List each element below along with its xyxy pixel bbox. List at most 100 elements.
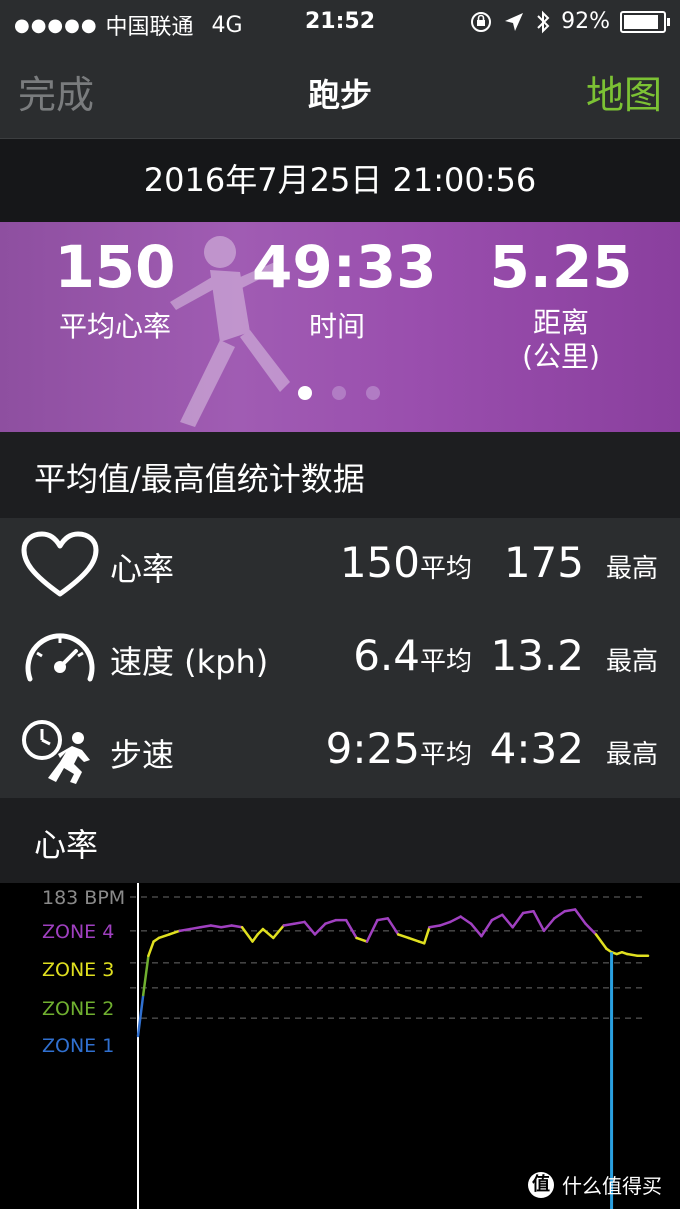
heart-rate-segment: [272, 924, 285, 940]
stat-max-value: 13.2: [490, 631, 584, 680]
heart-rate-segment: [282, 922, 296, 927]
heart-rate-segment: [511, 911, 525, 929]
heart-icon: [21, 531, 99, 597]
stat-name: 速度 (kph): [110, 643, 269, 681]
heart-rate-segment: [521, 910, 535, 915]
heart-chart-section-title: 心率: [34, 826, 99, 864]
heart-rate-segment: [313, 922, 327, 936]
heart-rate-segment: [625, 952, 639, 958]
avg-heart-rate-label: 平均心率: [58, 310, 171, 343]
stat-max-tag: 最高: [606, 554, 659, 584]
avg-heart-rate-metric: 150 平均心率: [40, 236, 190, 344]
heart-rate-segment: [490, 913, 504, 922]
heart-rate-segment: [188, 926, 202, 931]
heart-rate-segment: [542, 917, 556, 933]
heart-rate-segment: [459, 915, 473, 925]
map-button[interactable]: 地图: [586, 64, 662, 119]
heart-rate-segment: [428, 924, 442, 929]
location-arrow-icon: [505, 12, 524, 31]
heart-rate-segment: [220, 924, 233, 929]
heart-rate-segment: [167, 929, 181, 936]
heart-rate-segment: [324, 918, 338, 925]
heart-rate-segment: [386, 917, 400, 936]
heart-rate-segment: [469, 922, 483, 938]
stat-avg-tag: 平均: [420, 740, 473, 770]
heart-rate-segment: [303, 920, 317, 936]
stat-avg-value: 9:25: [325, 724, 420, 773]
stats-list: 心率 150 平均 175 最高 速度 (kph) 6.4 平均 13.2 最高…: [0, 518, 680, 798]
heart-rate-segment: [178, 927, 192, 933]
stat-avg-tag: 平均: [420, 647, 473, 677]
heart-rate-segment: [594, 933, 608, 950]
orientation-lock-icon: [471, 11, 492, 32]
distance-label: 距离: [532, 306, 589, 339]
distance-unit: (公里): [522, 340, 600, 373]
heart-rate-segment: [147, 940, 155, 958]
stat-avg-value: 6.4: [353, 631, 420, 680]
heart-rate-segment: [501, 913, 514, 929]
duration-metric: 49:33 时间: [252, 233, 437, 344]
heart-rate-segment: [199, 924, 213, 929]
heart-rate-segment: [573, 908, 587, 925]
heart-rate-segment: [355, 936, 369, 943]
stats-section-header: 平均值/最高值统计数据: [0, 432, 680, 518]
stat-avg-value: 150: [339, 538, 420, 587]
summary-carousel[interactable]: 150 平均心率 49:33 时间 5.25 距离 (公里): [0, 222, 680, 432]
watermark-badge: 值: [528, 1171, 554, 1198]
stat-max-tag: 最高: [606, 647, 659, 677]
heart-rate-segment: [344, 918, 358, 940]
heart-rate-segment: [240, 926, 254, 943]
heart-rate-segment: [157, 933, 171, 940]
stat-row-heart-rate: 心率 150 平均 175 最高: [0, 518, 680, 611]
page-dot-2[interactable]: [332, 386, 346, 400]
duration-label: 时间: [308, 310, 365, 343]
navigation-bar: 完成 跑步 地图: [0, 44, 680, 139]
heart-rate-segment: [376, 917, 390, 922]
heart-rate-segment: [584, 922, 598, 936]
heart-rate-segment: [563, 908, 577, 913]
stat-row-pace: 步速 9:25 平均 4:32 最高: [0, 704, 680, 797]
heart-rate-chart[interactable]: 183 BPM ZONE 4 ZONE 3 ZONE 2 ZONE 1 值 什么…: [0, 883, 680, 1209]
stat-max-value: 4:32: [489, 724, 584, 773]
stat-max-tag: 最高: [606, 740, 659, 770]
heart-rate-segment: [480, 918, 494, 938]
page-title: 跑步: [307, 76, 372, 114]
distance-value: 5.25: [489, 233, 633, 301]
duration-value: 49:33: [252, 233, 437, 301]
heart-rate-segment: [230, 924, 244, 929]
heart-rate-segment: [532, 910, 546, 933]
battery-percent: 92%: [561, 9, 610, 34]
distance-metric: 5.25 距离 (公里): [486, 236, 636, 374]
stat-name: 心率: [110, 550, 175, 588]
avg-heart-rate-value: 150: [54, 233, 176, 301]
heart-chart-section-header: 心率: [0, 798, 680, 883]
heart-rate-segment: [407, 936, 421, 943]
bluetooth-icon: [537, 10, 550, 33]
stat-avg-tag: 平均: [420, 554, 473, 584]
battery-icon: [620, 10, 670, 33]
heart-rate-segment: [448, 915, 462, 924]
workout-datetime: 2016年7月25日 21:00:56: [0, 139, 680, 222]
page-indicator[interactable]: [298, 386, 380, 400]
heart-rate-segment: [396, 933, 410, 940]
heart-rate-segment: [251, 933, 259, 943]
pace-runner-icon: [22, 720, 90, 784]
heart-rate-segment: [261, 927, 275, 940]
stat-name: 步速: [110, 736, 175, 774]
watermark: 值 什么值得买: [528, 1170, 662, 1199]
page-dot-1[interactable]: [298, 386, 312, 400]
heart-rate-segment: [141, 954, 150, 997]
heart-rate-segment: [292, 920, 306, 925]
heart-rate-segment: [438, 920, 452, 927]
heart-rate-segment: [422, 926, 431, 945]
stat-max-value: 175: [503, 538, 584, 587]
status-bar: ●●●●● 中国联通 4G 21:52 92%: [0, 0, 680, 44]
watermark-text: 什么值得买: [562, 1174, 662, 1198]
stats-section-title: 平均值/最高值统计数据: [34, 460, 365, 498]
stat-row-speed: 速度 (kph) 6.4 平均 13.2 最高: [0, 611, 680, 704]
page-dot-3[interactable]: [366, 386, 380, 400]
heart-rate-plot: [130, 883, 650, 1209]
heart-rate-segment: [209, 924, 223, 929]
speedometer-icon: [25, 633, 95, 682]
heart-rate-segment: [553, 910, 566, 920]
